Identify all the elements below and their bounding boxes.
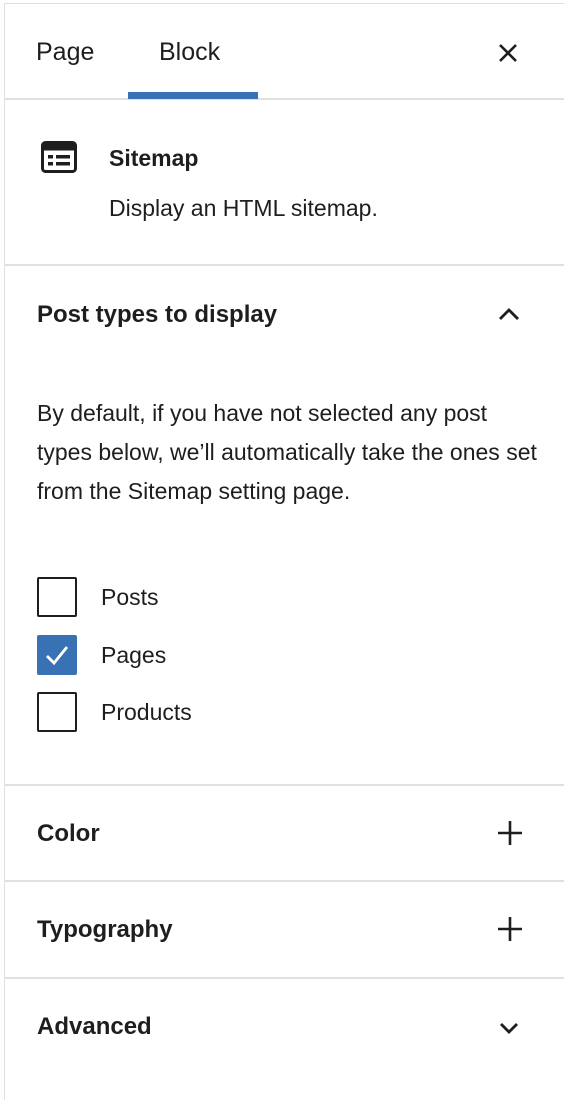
checkbox-products[interactable]: Products xyxy=(37,692,437,732)
products-checkbox[interactable] xyxy=(37,692,77,732)
post-types-help-text: By default, if you have not selected any… xyxy=(37,400,537,504)
chevron-up-icon xyxy=(499,308,519,320)
color-panel[interactable]: Color xyxy=(5,786,564,882)
close-icon xyxy=(499,44,517,62)
typography-panel-title: Typography xyxy=(37,916,173,943)
products-checkbox-label: Products xyxy=(101,699,192,725)
typography-panel[interactable]: Typography xyxy=(5,882,564,979)
checkmark-icon xyxy=(46,646,69,666)
plus-icon[interactable] xyxy=(496,915,524,943)
checkbox-pages[interactable]: Pages xyxy=(37,635,437,675)
block-settings-sidebar: Page Block Sitemap Display an HTML sitem… xyxy=(4,3,564,1100)
sitemap-block-icon xyxy=(41,141,77,173)
collapse-post-types-button[interactable] xyxy=(495,304,523,324)
advanced-panel-title: Advanced xyxy=(37,1013,152,1040)
checkbox-posts[interactable]: Posts xyxy=(37,577,437,617)
block-title: Sitemap xyxy=(109,145,199,171)
block-card: Sitemap Display an HTML sitemap. xyxy=(5,100,564,266)
color-panel-title: Color xyxy=(37,820,100,847)
pages-checkbox[interactable] xyxy=(37,635,77,675)
close-sidebar-button[interactable] xyxy=(491,36,525,70)
block-description: Display an HTML sitemap. xyxy=(109,195,378,221)
advanced-panel[interactable]: Advanced xyxy=(5,979,564,1079)
tab-block[interactable]: Block xyxy=(159,34,220,70)
post-types-panel-title[interactable]: Post types to display xyxy=(37,299,277,331)
sidebar-tabs: Page Block xyxy=(5,4,564,100)
active-tab-indicator xyxy=(128,92,258,99)
post-types-panel: Post types to display By default, if you… xyxy=(5,266,564,786)
tab-page[interactable]: Page xyxy=(36,34,94,70)
posts-checkbox[interactable] xyxy=(37,577,77,617)
expand-advanced-button[interactable] xyxy=(495,1018,523,1038)
pages-checkbox-label: Pages xyxy=(101,642,167,668)
chevron-down-icon xyxy=(500,1023,518,1034)
plus-icon[interactable] xyxy=(496,819,524,847)
posts-checkbox-label: Posts xyxy=(101,584,159,610)
